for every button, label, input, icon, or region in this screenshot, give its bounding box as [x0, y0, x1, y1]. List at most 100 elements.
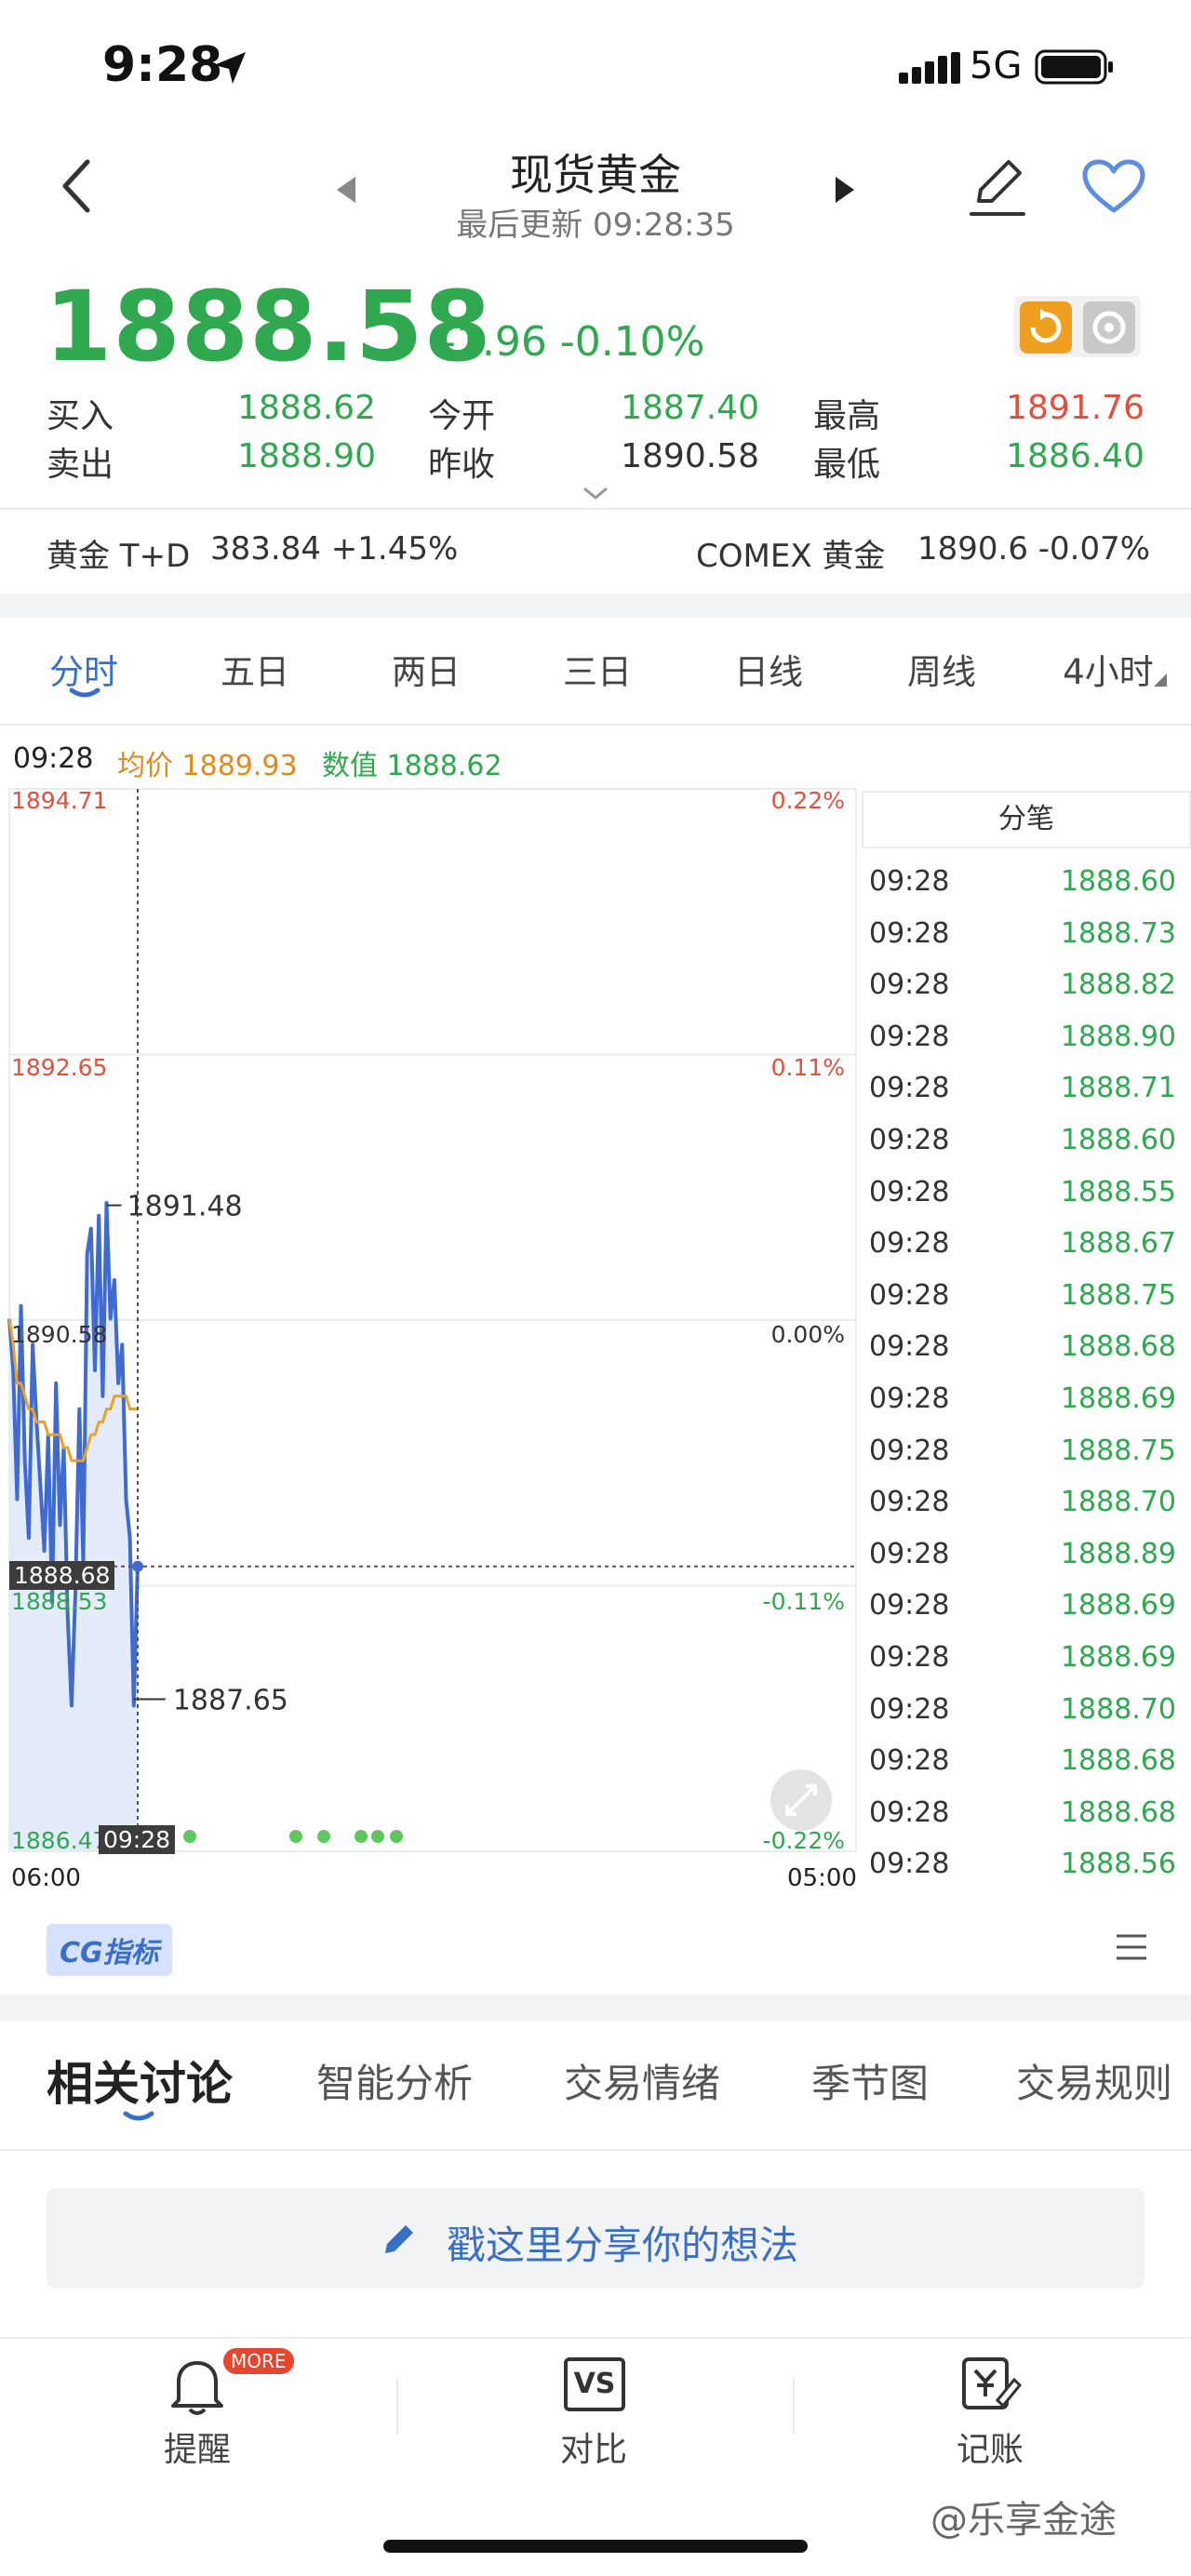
tick-price: 1888.68 [1060, 1795, 1176, 1829]
tick-price: 1888.67 [1060, 1227, 1176, 1261]
divider [0, 2149, 1191, 2151]
divider [0, 724, 1191, 726]
ticks-header: 分笔 [862, 791, 1191, 848]
cursor-value: 数值 1888.62 [322, 750, 502, 782]
quote-label: 买入 [47, 397, 114, 435]
event-dot [390, 1830, 403, 1843]
nav-ledger[interactable]: 记账 [897, 2344, 1083, 2475]
tab-sentiment[interactable]: 交易情绪 [564, 2052, 720, 2109]
y-axis-pct-tick: 0.00% [770, 1321, 845, 1348]
cursor-time-badge: 09:28 [99, 1825, 176, 1854]
share-input[interactable]: 戳这里分享你的想法 [47, 2188, 1144, 2289]
quote-label: 昨收 [428, 446, 496, 484]
tick-price: 1888.75 [1060, 1278, 1176, 1312]
tick-price: 1888.89 [1060, 1537, 1176, 1570]
network-type: 5G [970, 45, 1023, 87]
high-marker-label: 1891.48 [127, 1191, 243, 1223]
tick-time: 09:28 [869, 1537, 950, 1570]
tab-discussion[interactable]: 相关讨论 [47, 2047, 233, 2114]
tick-time: 09:28 [869, 968, 950, 1002]
tick-time: 09:28 [869, 1692, 950, 1726]
y-axis-tick: 1888.53 [11, 1588, 108, 1615]
status-time: 9:28 [102, 37, 223, 93]
quote-label: 今开 [428, 397, 496, 435]
y-axis-tick: 1890.58 [11, 1321, 108, 1348]
active-tab-indicator [123, 2111, 154, 2121]
quote-label: 卖出 [47, 446, 114, 484]
tick-time: 09:28 [869, 1795, 950, 1829]
tab-weekly[interactable]: 周线 [895, 644, 988, 694]
y-axis-tick: 1892.65 [11, 1054, 108, 1081]
tick-time: 09:28 [869, 1848, 950, 1881]
favorite-heart-icon[interactable] [1081, 158, 1146, 216]
signal-icon [899, 52, 960, 84]
event-dot [317, 1830, 330, 1843]
tab-seasonal[interactable]: 季节图 [811, 2052, 929, 2109]
price-change: -1.96 -0.10% [441, 318, 705, 366]
home-indicator[interactable] [383, 2540, 808, 2553]
menu-icon[interactable] [1115, 1933, 1148, 1961]
tab-5day[interactable]: 五日 [208, 644, 301, 694]
cursor-price-badge: 1888.68 [9, 1561, 115, 1590]
bid-price: 1888.62 [237, 389, 376, 427]
tick-price: 1888.55 [1060, 1175, 1176, 1208]
tick-time: 09:28 [869, 1175, 950, 1208]
cursor-time: 09:28 [13, 742, 94, 775]
related-name[interactable]: 黄金 T+D [47, 530, 190, 576]
watermark: @乐享金途 [930, 2499, 1117, 2542]
section-gap [0, 594, 1191, 618]
dropdown-triangle-icon [1154, 674, 1167, 687]
tick-time: 09:28 [869, 1382, 950, 1415]
high-price: 1891.76 [1006, 389, 1144, 427]
last-price: 1888.58 [45, 270, 492, 383]
event-dot [183, 1830, 196, 1843]
edit-icon[interactable] [968, 154, 1027, 220]
y-axis-pct-tick: 0.11% [770, 1054, 845, 1081]
tick-time: 09:28 [869, 1330, 950, 1364]
low-price: 1886.40 [1006, 437, 1144, 475]
tab-4hour[interactable]: 4小时 [1048, 644, 1169, 694]
expand-icon [785, 1784, 817, 1816]
tick-price: 1888.69 [1060, 1589, 1176, 1622]
settings-icon[interactable] [1083, 301, 1135, 354]
more-badge: MORE [223, 2348, 294, 2374]
nav-remind[interactable]: MORE 提醒 [104, 2344, 294, 2475]
y-axis-tick: 1894.71 [11, 787, 108, 814]
related-value: 1890.6 -0.07% [917, 530, 1151, 567]
tab-3day[interactable]: 三日 [551, 644, 644, 694]
tab-2day[interactable]: 两日 [380, 644, 473, 694]
next-instrument-icon[interactable] [834, 175, 856, 205]
tick-time: 09:28 [869, 1072, 950, 1105]
tick-time: 09:28 [869, 1589, 950, 1622]
low-marker-label: 1887.65 [173, 1684, 288, 1716]
related-value: 383.84 +1.45% [210, 530, 459, 567]
section-gap [0, 1995, 1191, 2021]
active-tab-indicator [69, 687, 100, 698]
tick-price: 1888.71 [1060, 1072, 1176, 1105]
tick-price: 1888.68 [1060, 1744, 1176, 1778]
cg-indicator-badge[interactable]: CG指标 [47, 1924, 172, 1976]
tick-time: 09:28 [869, 1641, 950, 1674]
event-dot [355, 1830, 368, 1843]
tick-price: 1888.70 [1060, 1486, 1176, 1519]
nav-compare[interactable]: VS 对比 [501, 2344, 687, 2475]
tick-price: 1888.68 [1060, 1330, 1176, 1364]
tick-time: 09:28 [869, 865, 950, 898]
divider [396, 2378, 398, 2434]
fullscreen-button[interactable] [770, 1769, 832, 1831]
divider [793, 2378, 795, 2434]
tab-analysis[interactable]: 智能分析 [316, 2052, 473, 2109]
tick-time: 09:28 [869, 1434, 950, 1467]
tick-time: 09:28 [869, 1020, 950, 1053]
tab-daily[interactable]: 日线 [722, 644, 815, 694]
ledger-icon [962, 2357, 1022, 2409]
refresh-icon[interactable] [1020, 301, 1072, 354]
nav-label: 对比 [559, 2431, 627, 2469]
tick-time: 09:28 [869, 1486, 950, 1519]
tick-price: 1888.73 [1060, 916, 1176, 950]
expand-chevron-icon[interactable] [582, 486, 609, 501]
tab-rules[interactable]: 交易规则 [1016, 2052, 1172, 2109]
tick-time: 09:28 [869, 1744, 950, 1778]
related-name[interactable]: COMEX 黄金 [696, 530, 885, 576]
x-axis-end: 05:00 [787, 1864, 857, 1892]
